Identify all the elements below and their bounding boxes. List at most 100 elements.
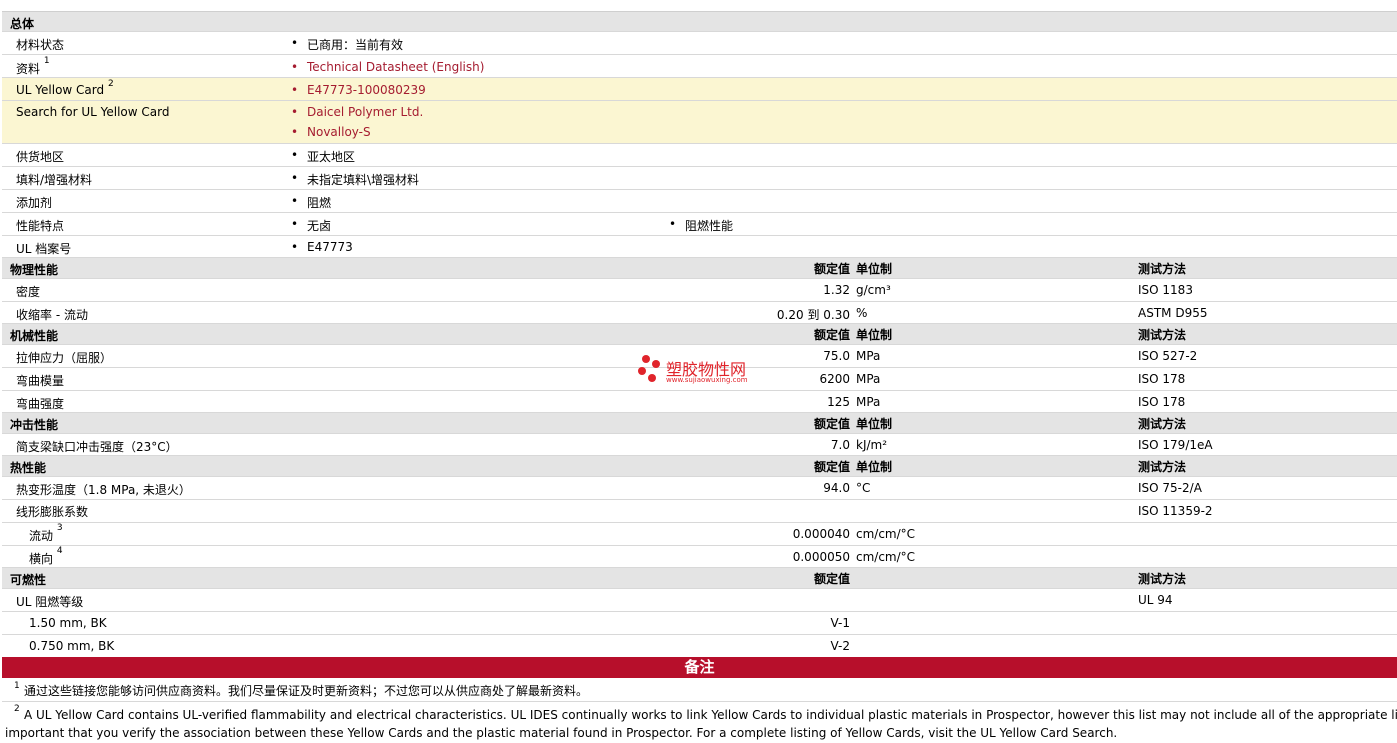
row-value: 未指定填料\增强材料 xyxy=(291,171,419,188)
row-label: 1.50 mm, BK xyxy=(29,616,107,630)
row-label: UL 阻燃等级 xyxy=(16,595,84,609)
row-material-status: 材料状态 已商用：当前有效 xyxy=(2,32,1397,55)
product-link[interactable]: Novalloy-S xyxy=(291,125,371,139)
section-physical: 物理性能 额定值 单位制 测试方法 xyxy=(2,258,1397,279)
row-method: ISO 527-2 xyxy=(1138,349,1198,363)
row-unit: MPa xyxy=(856,372,881,386)
watermark: 塑胶物性网 www.sujiaowuxing.com xyxy=(636,354,748,389)
row-label: 性能特点 xyxy=(16,219,65,233)
header-rated: 额定值 xyxy=(813,262,850,276)
header-rated: 额定值 xyxy=(813,572,850,586)
section-mechanical: 机械性能 额定值 单位制 测试方法 xyxy=(2,324,1397,345)
header-method: 测试方法 xyxy=(1138,460,1187,474)
row-label: 弯曲模量 xyxy=(16,374,65,388)
note-text-line-2: important that you verify the associatio… xyxy=(5,726,1118,740)
row-clte-flow: 流动 3 0.000040 cm/cm/°C xyxy=(2,523,1397,546)
datasheet: 总体 材料状态 已商用：当前有效 资料 1 Technical Datashee… xyxy=(0,0,1397,743)
row-unit: MPa xyxy=(856,349,881,363)
datasheet-link[interactable]: Technical Datasheet (English) xyxy=(291,60,484,74)
header-method: 测试方法 xyxy=(1138,328,1187,342)
yellow-card-link[interactable]: E47773-100080239 xyxy=(291,83,426,97)
notes-header: 备注 xyxy=(2,657,1397,678)
row-method: ISO 11359-2 xyxy=(1138,504,1213,518)
row-clte-transverse: 横向 4 0.000050 cm/cm/°C xyxy=(2,546,1397,568)
header-method: 测试方法 xyxy=(1138,417,1187,431)
row-label: 弯曲强度 xyxy=(16,397,65,411)
row-unit: cm/cm/°C xyxy=(856,550,916,564)
row-label: 添加剂 xyxy=(16,196,53,210)
section-title: 可燃性 xyxy=(10,573,47,587)
row-method: ISO 178 xyxy=(1138,372,1186,386)
row-value: 阻燃 xyxy=(291,194,331,211)
row-label: 流动 3 xyxy=(29,523,63,543)
section-title: 物理性能 xyxy=(10,263,59,277)
row-label: Search for UL Yellow Card xyxy=(16,105,170,119)
row-value: 1.32 xyxy=(823,283,850,297)
row-label: 收缩率 - 流动 xyxy=(16,308,88,322)
row-label: 线形膨胀系数 xyxy=(16,505,89,519)
header-unit: 单位制 xyxy=(856,328,893,342)
watermark-url: www.sujiaowuxing.com xyxy=(666,376,748,384)
section-title: 热性能 xyxy=(10,461,47,475)
row-value: 无卤 xyxy=(291,217,331,234)
row-flex-strength: 弯曲强度 125 MPa ISO 178 xyxy=(2,391,1397,413)
row-label: UL Yellow Card 2 xyxy=(16,79,114,97)
row-ul94-150: 1.50 mm, BK V-1 xyxy=(2,612,1397,635)
row-value: 6200 xyxy=(819,372,850,386)
row-value: 0.000040 xyxy=(792,527,850,541)
watermark-dots-icon xyxy=(638,355,660,382)
note-number: 1 xyxy=(14,681,20,691)
header-rated: 额定值 xyxy=(813,328,850,342)
row-label: UL 档案号 xyxy=(16,242,72,256)
row-region: 供货地区 亚太地区 xyxy=(2,144,1397,167)
row-clte: 线形膨胀系数 ISO 11359-2 xyxy=(2,500,1397,523)
supplier-link[interactable]: Daicel Polymer Ltd. xyxy=(291,105,423,119)
row-value: 0.20 到 0.30 xyxy=(776,308,850,322)
row-method: ISO 1183 xyxy=(1138,283,1193,297)
row-label: 材料状态 xyxy=(16,38,65,52)
row-unit: °C xyxy=(856,481,871,495)
row-additive: 添加剂 阻燃 xyxy=(2,190,1397,213)
row-features: 性能特点 无卤 阻燃性能 xyxy=(2,213,1397,236)
row-value: V-1 xyxy=(830,616,850,630)
note-text-line-1: A UL Yellow Card contains UL-verified fl… xyxy=(24,708,1397,722)
row-value: 75.0 xyxy=(823,349,850,363)
header-unit: 单位制 xyxy=(856,417,893,431)
row-label: 密度 xyxy=(16,285,41,299)
section-title: 机械性能 xyxy=(10,329,59,343)
header-rated: 额定值 xyxy=(813,417,850,431)
row-hdt: 热变形温度（1.8 MPa, 未退火） 94.0 °C ISO 75-2/A xyxy=(2,477,1397,500)
row-ul94: UL 阻燃等级 UL 94 xyxy=(2,589,1397,612)
row-value: E47773 xyxy=(291,240,353,254)
header-rated: 额定值 xyxy=(813,460,850,474)
header-unit: 单位制 xyxy=(856,460,893,474)
row-label: 拉伸应力（屈服） xyxy=(16,351,113,365)
section-title: 冲击性能 xyxy=(10,418,59,432)
section-thermal: 热性能 额定值 单位制 测试方法 xyxy=(2,456,1397,477)
row-density: 密度 1.32 g/cm³ ISO 1183 xyxy=(2,279,1397,302)
row-value: 94.0 xyxy=(823,481,850,495)
row-value: 7.0 xyxy=(830,438,850,452)
row-method: ISO 179/1eA xyxy=(1138,438,1213,452)
row-value: 已商用：当前有效 xyxy=(291,36,403,53)
section-flammability: 可燃性 额定值 测试方法 xyxy=(2,568,1397,589)
row-unit: % xyxy=(856,306,868,320)
row-value-2: 阻燃性能 xyxy=(669,217,733,234)
note-number: 2 xyxy=(14,704,20,714)
row-label: 0.750 mm, BK xyxy=(29,639,115,653)
row-shrinkage: 收缩率 - 流动 0.20 到 0.30 % ASTM D955 xyxy=(2,302,1397,324)
row-ul94-075: 0.750 mm, BK V-2 xyxy=(2,635,1397,657)
row-value: 0.000050 xyxy=(792,550,850,564)
row-search-yellow-card: Search for UL Yellow Card Daicel Polymer… xyxy=(2,101,1397,144)
row-method: UL 94 xyxy=(1138,593,1173,607)
note-2: 2 A UL Yellow Card contains UL-verified … xyxy=(2,704,1397,743)
row-method: ISO 178 xyxy=(1138,395,1186,409)
row-label: 供货地区 xyxy=(16,150,65,164)
note-text: 通过这些链接您能够访问供应商资料。我们尽量保证及时更新资料；不过您可以从供应商处… xyxy=(24,684,589,698)
header-unit: 单位制 xyxy=(856,262,893,276)
row-unit: MPa xyxy=(856,395,881,409)
row-label: 横向 4 xyxy=(29,546,63,566)
header-method: 测试方法 xyxy=(1138,262,1187,276)
row-value: 亚太地区 xyxy=(291,148,355,165)
row-unit: cm/cm/°C xyxy=(856,527,916,541)
